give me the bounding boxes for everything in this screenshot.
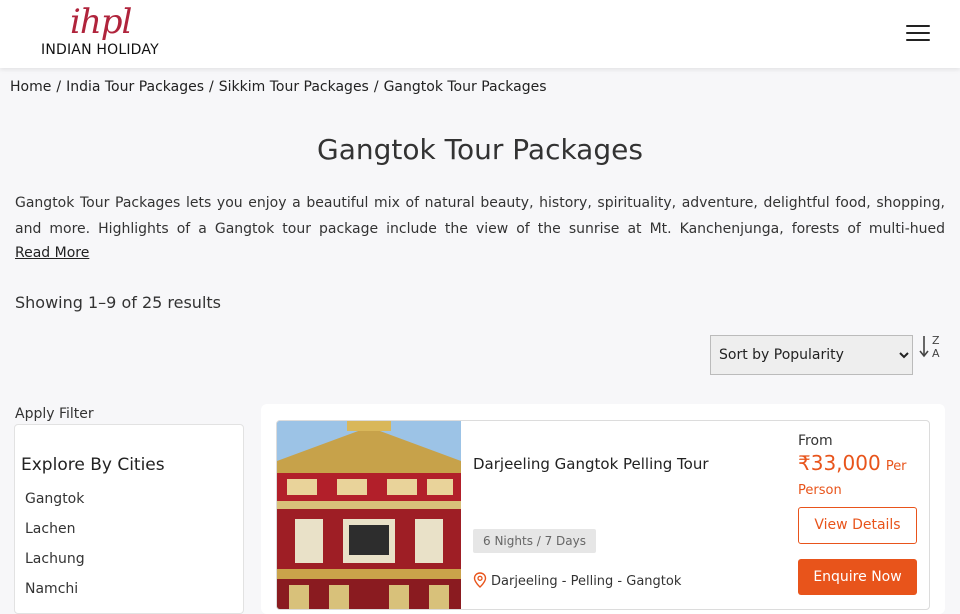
package-route: Darjeeling - Pelling - Gangtok <box>473 572 681 589</box>
sort-alpha-glyph: Z A <box>919 334 940 360</box>
filter-title: Explore By Cities <box>21 455 165 475</box>
breadcrumb-sikkim-tour-packages[interactable]: Sikkim Tour Packages <box>219 79 369 95</box>
menu-bar <box>906 25 930 27</box>
breadcrumb-separator: / <box>373 79 379 95</box>
breadcrumb-india-tour-packages[interactable]: India Tour Packages <box>66 79 204 95</box>
package-price: ₹33,000 Per Person <box>798 452 918 502</box>
breadcrumb-separator: / <box>56 79 62 95</box>
city-list: Gangtok Lachen Lachung Namchi <box>25 489 85 609</box>
brand-name[interactable]: INDIAN HOLIDAY <box>41 42 159 58</box>
city-filter-panel: Explore By Cities Gangtok Lachen Lachung… <box>14 424 244 614</box>
results-count: Showing 1–9 of 25 results <box>15 293 221 312</box>
city-item-gangtok[interactable]: Gangtok <box>25 489 85 519</box>
read-more-link[interactable]: Read More <box>15 245 89 261</box>
breadcrumb-current: Gangtok Tour Packages <box>383 79 547 95</box>
sort-letter-z: Z <box>932 334 940 347</box>
intro-text: Gangtok Tour Packages lets you enjoy a b… <box>15 195 945 237</box>
price-from-label: From <box>798 433 833 449</box>
city-item-namchi[interactable]: Namchi <box>25 579 85 609</box>
duration-badge: 6 Nights / 7 Days <box>473 529 597 553</box>
menu-bar <box>906 32 930 34</box>
package-title[interactable]: Darjeeling Gangtok Pelling Tour <box>473 455 709 473</box>
price-currency: ₹ <box>798 451 811 475</box>
menu-bar <box>906 39 930 41</box>
sort-select[interactable]: Sort by Popularity <box>710 335 913 375</box>
route-text: Darjeeling - Pelling - Gangtok <box>491 574 682 589</box>
package-card: Darjeeling Gangtok Pelling Tour 6 Nights… <box>276 420 930 610</box>
breadcrumb-separator: / <box>209 79 214 95</box>
monastery-illustration <box>277 421 461 609</box>
brand-logo-mark[interactable]: ihpl <box>70 2 132 42</box>
city-item-lachen[interactable]: Lachen <box>25 519 85 549</box>
hamburger-menu-icon[interactable] <box>906 24 932 42</box>
breadcrumb-home[interactable]: Home <box>10 79 51 95</box>
city-item-lachung[interactable]: Lachung <box>25 549 85 579</box>
enquire-now-button[interactable]: Enquire Now <box>798 559 917 595</box>
apply-filter-label: Apply Filter <box>15 406 94 422</box>
view-details-button[interactable]: View Details <box>798 507 917 544</box>
sort-letter-a: A <box>932 347 940 360</box>
location-pin-icon <box>473 572 487 588</box>
site-header: ihpl INDIAN HOLIDAY <box>0 0 960 68</box>
sort-alpha-icon[interactable]: Z A <box>918 334 944 360</box>
page-title: Gangtok Tour Packages <box>317 133 643 166</box>
package-image[interactable] <box>277 421 461 609</box>
breadcrumb: Home / India Tour Packages / Sikkim Tour Pac… <box>10 79 547 95</box>
price-amount: 33,000 <box>810 451 881 475</box>
